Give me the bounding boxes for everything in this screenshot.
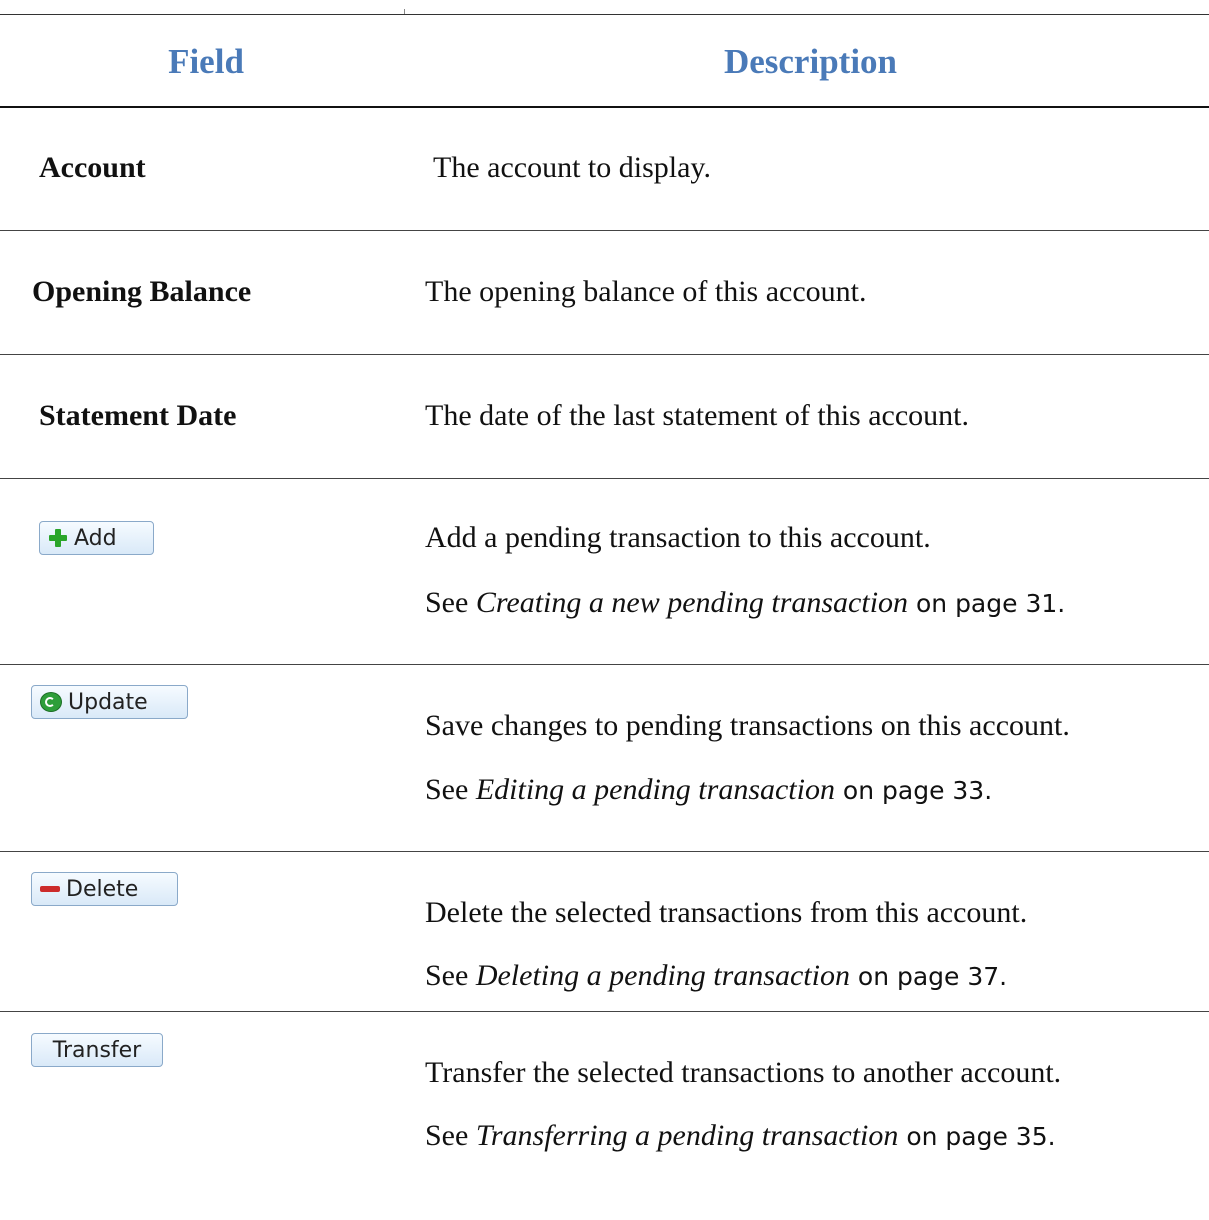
row-divider [0,664,1209,665]
see-link-editing[interactable]: Editing a pending transaction [476,773,835,806]
row-divider [0,851,1209,852]
plus-icon [48,528,68,548]
see-page-ref: on page 35. [898,1122,1056,1151]
minus-icon [40,879,60,899]
column-header-field: Field [168,42,244,81]
transfer-button-label: Transfer [52,1037,142,1063]
see-prefix: See [425,1119,476,1152]
description-statement-date: The date of the last statement of this a… [425,399,969,432]
delete-button[interactable]: Delete [31,872,178,906]
add-button-label: Add [74,525,117,551]
see-link-transferring[interactable]: Transferring a pending transaction [476,1119,899,1152]
field-label-statement-date: Statement Date [39,399,237,432]
see-page-ref: on page 33. [834,776,993,805]
description-add: Add a pending transaction to this accoun… [425,521,931,554]
description-transfer: Transfer the selected transactions to an… [425,1056,1062,1089]
top-rule [0,14,1209,15]
row-divider [0,354,1209,355]
description-update: Save changes to pending transactions on … [425,709,1070,742]
description-opening-balance: The opening balance of this account. [425,275,867,308]
see-link-creating[interactable]: Creating a new pending transaction [476,586,908,619]
top-rule-tick [404,9,405,14]
row-divider [0,1011,1209,1012]
see-page-ref: on page 37. [849,962,1008,991]
see-reference-add: See Creating a new pending transaction o… [425,585,1065,622]
see-reference-transfer: See Transferring a pending transaction o… [425,1118,1056,1155]
row-divider [0,230,1209,231]
transfer-button[interactable]: Transfer [31,1033,163,1067]
add-button[interactable]: Add [39,521,154,555]
update-button[interactable]: Update [31,685,188,719]
see-link-deleting[interactable]: Deleting a pending transaction [476,959,850,992]
see-reference-delete: See Deleting a pending transaction on pa… [425,958,1007,995]
delete-button-label: Delete [66,876,139,902]
see-prefix: See [425,959,476,992]
refresh-icon [40,692,62,712]
column-header-description: Description [723,42,898,81]
description-delete: Delete the selected transactions from th… [425,896,1028,929]
see-reference-update: See Editing a pending transaction on pag… [425,772,992,809]
see-prefix: See [425,586,476,619]
update-button-label: Update [68,689,148,715]
field-label-account: Account [39,151,146,184]
row-divider [0,478,1209,479]
see-page-ref: on page 31. [908,589,1066,618]
header-rule [0,106,1209,108]
field-label-opening-balance: Opening Balance [32,275,252,308]
description-account: The account to display. [433,151,711,184]
see-prefix: See [425,773,476,806]
